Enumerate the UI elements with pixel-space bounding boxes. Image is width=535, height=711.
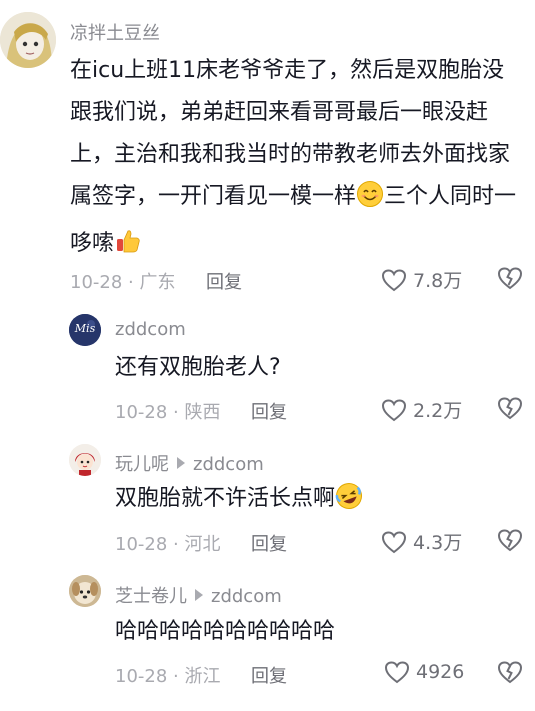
- comment-date: 10-28: [70, 272, 123, 293]
- smiling-face-emoji-icon: [356, 180, 384, 223]
- comment-username: 芝士卷儿 zddcom: [115, 582, 282, 608]
- comment-text: 哈哈哈哈哈哈哈哈哈哈: [115, 619, 336, 644]
- rolling-laughing-face-emoji-icon: [335, 482, 363, 525]
- comment-location: 陕西: [184, 402, 221, 423]
- comment-date: 10-28: [115, 666, 168, 687]
- like-count: 7.8万: [413, 270, 463, 292]
- avatar-text: Mis: [74, 322, 96, 335]
- avatar[interactable]: [69, 575, 101, 607]
- reply-to-user[interactable]: zddcom: [211, 586, 282, 607]
- broken-heart-icon[interactable]: [497, 660, 523, 684]
- thumbs-up-emoji-icon: [114, 227, 142, 270]
- comment-location: 浙江: [184, 666, 221, 687]
- reply-arrow-icon: [195, 589, 203, 601]
- heart-icon: [381, 398, 407, 421]
- like-count: 4926: [416, 661, 465, 683]
- comment-location: 河北: [184, 534, 221, 555]
- reply-button[interactable]: 回复: [251, 398, 287, 424]
- comment-username[interactable]: zddcom: [115, 319, 186, 340]
- like-button[interactable]: 2.2万: [381, 396, 462, 423]
- meta-separator: ·: [173, 666, 179, 687]
- meta-separator: ·: [128, 272, 134, 293]
- comment-date: 10-28: [115, 534, 168, 555]
- comment-username: 玩儿呢 zddcom: [115, 450, 264, 476]
- like-count: 2.2万: [413, 400, 463, 422]
- comment-text-body: 双胞胎就不许活长点啊: [115, 486, 336, 511]
- reply-button[interactable]: 回复: [251, 530, 287, 556]
- reply-arrow-icon: [177, 457, 185, 469]
- reply-author[interactable]: 玩儿呢: [115, 454, 169, 475]
- comment-username[interactable]: 凉拌土豆丝: [70, 19, 160, 45]
- comment-text: 双胞胎就不许活长点啊: [115, 478, 363, 525]
- like-button[interactable]: 4.3万: [381, 528, 462, 555]
- broken-heart-icon[interactable]: [497, 266, 523, 290]
- reply-to-user[interactable]: zddcom: [193, 454, 264, 475]
- comment-location: 广东: [139, 272, 176, 293]
- heart-icon: [381, 268, 407, 291]
- comment-meta: 10-28 · 浙江: [115, 662, 221, 688]
- broken-heart-icon[interactable]: [497, 528, 523, 552]
- heart-icon: [381, 530, 407, 553]
- like-button[interactable]: 7.8万: [381, 266, 462, 293]
- comment-text: 在icu上班11床老爷爷走了，然后是双胞胎没跟我们说，弟弟赶回来看哥哥最后一眼没…: [70, 50, 526, 270]
- comment-text: 还有双胞胎老人?: [115, 355, 281, 380]
- reply-button[interactable]: 回复: [251, 662, 287, 688]
- like-count: 4.3万: [413, 532, 463, 554]
- meta-separator: ·: [173, 402, 179, 423]
- comment-meta: 10-28 · 河北: [115, 530, 221, 556]
- comment-meta: 10-28 · 陕西: [115, 398, 221, 424]
- reply-author[interactable]: 芝士卷儿: [115, 586, 187, 607]
- avatar[interactable]: [69, 444, 101, 476]
- heart-icon: [384, 661, 410, 684]
- like-button[interactable]: 4926: [384, 660, 464, 684]
- comment-meta: 10-28 · 广东: [70, 268, 176, 294]
- broken-heart-icon[interactable]: [497, 396, 523, 420]
- meta-separator: ·: [173, 534, 179, 555]
- comment-date: 10-28: [115, 402, 168, 423]
- avatar[interactable]: [0, 12, 56, 68]
- reply-button[interactable]: 回复: [206, 268, 242, 294]
